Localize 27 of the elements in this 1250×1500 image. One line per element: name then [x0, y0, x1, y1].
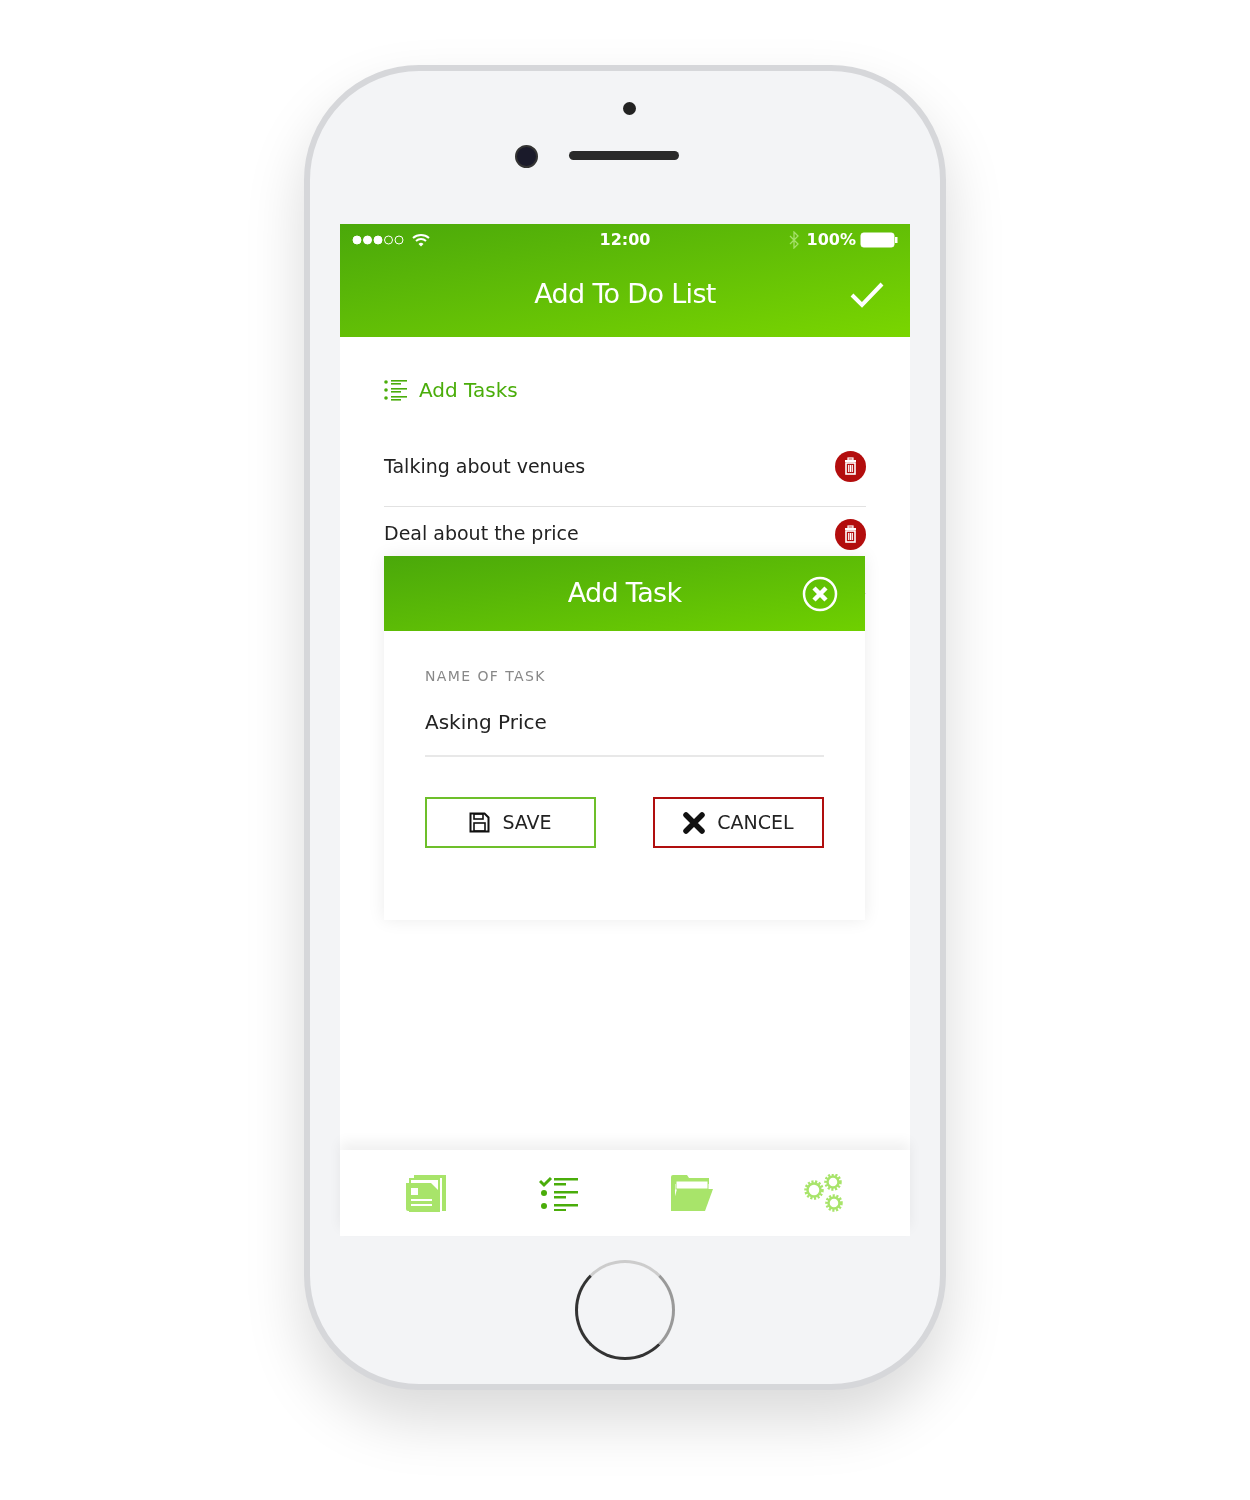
task-name-field[interactable]: Asking Price	[425, 707, 824, 757]
folder-icon[interactable]	[670, 1175, 713, 1211]
save-button[interactable]: SAVE	[425, 797, 596, 848]
bluetooth-icon	[788, 231, 799, 249]
check-icon[interactable]	[850, 281, 884, 308]
section-title: Add Tasks	[419, 377, 518, 404]
gears-icon[interactable]	[804, 1174, 845, 1212]
dialog-title: Add Task	[567, 576, 682, 611]
battery-icon	[860, 232, 898, 248]
battery-percent: 100%	[806, 229, 856, 251]
screen-title: Add To Do List	[534, 277, 716, 312]
home-button[interactable]	[575, 1260, 675, 1360]
list-icon	[384, 379, 407, 401]
signal-icon	[352, 235, 404, 245]
field-label: NAME OF TASK	[425, 667, 547, 686]
status-time: 12:00	[599, 229, 651, 251]
task-name: Deal about the price	[384, 521, 579, 546]
task-name: Talking about venues	[384, 454, 586, 480]
close-icon[interactable]	[802, 575, 838, 612]
trash-icon[interactable]	[835, 451, 866, 482]
checklist-icon[interactable]	[539, 1175, 580, 1211]
trash-icon[interactable]	[835, 519, 866, 550]
cancel-button[interactable]: CANCEL	[653, 797, 824, 848]
cross-icon	[683, 811, 706, 834]
camera	[515, 145, 538, 168]
wifi-icon	[412, 233, 430, 247]
documents-icon[interactable]	[405, 1174, 448, 1212]
